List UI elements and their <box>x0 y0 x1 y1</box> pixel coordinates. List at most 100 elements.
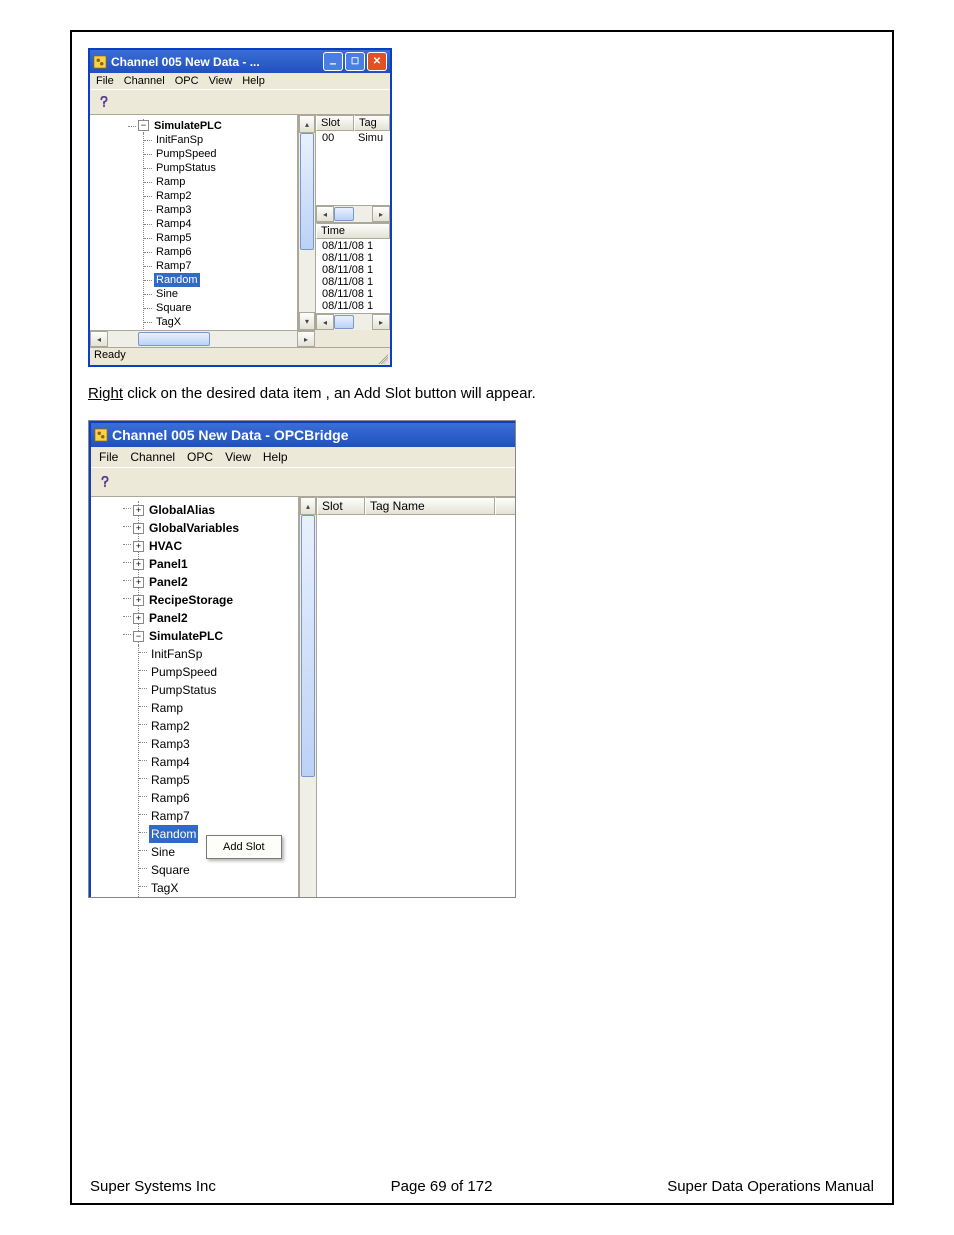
tree-leaf[interactable]: PumpSpeed <box>154 147 219 161</box>
tree-node-simulateplc[interactable]: SimulatePLC <box>152 119 224 133</box>
tree-node[interactable]: Panel2 <box>147 609 190 627</box>
scroll-left-icon[interactable]: ◂ <box>316 314 334 330</box>
tree-leaf[interactable]: Ramp5 <box>154 231 193 245</box>
tree-leaf[interactable]: PumpStatus <box>154 161 218 175</box>
window-title: Channel 005 New Data - ... <box>111 55 319 69</box>
expand-toggle[interactable]: + <box>133 613 144 624</box>
menu-opc[interactable]: OPC <box>187 450 213 464</box>
tree-leaf[interactable]: InitFanSp <box>154 133 205 147</box>
menubar: File Channel OPC View Help <box>91 447 516 467</box>
tree-node[interactable]: HVAC <box>147 537 184 555</box>
table-row[interactable]: 08/11/08 1 <box>318 240 388 252</box>
tree-leaf[interactable]: Random <box>149 825 198 843</box>
tree-leaf[interactable]: Ramp <box>149 699 185 717</box>
table-row[interactable]: 08/11/08 1 <box>318 300 388 312</box>
tree-leaf[interactable]: Ramp5 <box>149 771 192 789</box>
tree-leaf[interactable]: Square <box>154 301 193 315</box>
expand-toggle[interactable]: − <box>133 631 144 642</box>
tree-node[interactable]: RecipeStorage <box>147 591 235 609</box>
tree-leaf[interactable]: Ramp3 <box>154 203 193 217</box>
col-blank[interactable] <box>495 497 516 515</box>
scroll-right-icon[interactable]: ▸ <box>297 331 315 347</box>
tree[interactable]: +GlobalAlias+GlobalVariables+HVAC+Panel1… <box>91 497 298 898</box>
scroll-down-icon[interactable]: ▾ <box>299 312 315 330</box>
tree-leaf[interactable]: InitFanSp <box>149 645 204 663</box>
col-slot[interactable]: Slot <box>317 497 365 515</box>
tree-horizontal-scrollbar[interactable]: ◂ ▸ <box>90 330 315 347</box>
tree-leaf[interactable]: TagY <box>154 329 183 330</box>
tree-node[interactable]: SimulatePLC <box>147 627 225 645</box>
table-row[interactable]: 08/11/08 1 <box>318 288 388 300</box>
tree-leaf[interactable]: Sine <box>149 843 177 861</box>
scroll-right-icon[interactable]: ▸ <box>372 206 390 222</box>
titlebar[interactable]: Channel 005 New Data - OPCBridge <box>91 423 516 447</box>
tree-leaf[interactable]: PumpStatus <box>149 681 218 699</box>
tree-leaf[interactable]: Ramp7 <box>149 807 192 825</box>
tree-leaf[interactable]: Ramp6 <box>149 789 192 807</box>
help-icon[interactable] <box>96 94 112 110</box>
expand-toggle[interactable]: + <box>133 523 144 534</box>
menu-channel[interactable]: Channel <box>124 75 165 87</box>
scroll-left-icon[interactable]: ◂ <box>90 331 108 347</box>
app-icon <box>93 55 107 69</box>
context-menu-add-slot[interactable]: Add Slot <box>209 838 279 856</box>
menu-file[interactable]: File <box>96 75 114 87</box>
menu-view[interactable]: View <box>209 75 233 87</box>
expand-toggle[interactable]: + <box>133 559 144 570</box>
tree-leaf[interactable]: Ramp6 <box>154 245 193 259</box>
table-row[interactable]: 08/11/08 1 <box>318 264 388 276</box>
footer-center: Page 69 of 172 <box>391 1178 493 1195</box>
minimize-button[interactable] <box>323 52 343 71</box>
close-button[interactable] <box>367 52 387 71</box>
horizontal-scrollbar[interactable]: ◂ ▸ <box>316 313 390 330</box>
scroll-up-icon[interactable]: ▴ <box>299 115 315 133</box>
expand-toggle[interactable]: + <box>133 541 144 552</box>
tree-leaf[interactable]: Sine <box>154 287 180 301</box>
help-icon[interactable] <box>97 474 113 490</box>
tree-node[interactable]: Panel1 <box>147 555 190 573</box>
titlebar[interactable]: Channel 005 New Data - ... <box>90 50 390 73</box>
menu-view[interactable]: View <box>225 450 251 464</box>
tree-leaf[interactable]: PumpSpeed <box>149 663 219 681</box>
expand-toggle[interactable]: + <box>133 577 144 588</box>
tree-node[interactable]: GlobalVariables <box>147 519 241 537</box>
expand-toggle[interactable]: + <box>133 595 144 606</box>
scroll-left-icon[interactable]: ◂ <box>316 206 334 222</box>
table-row[interactable]: 08/11/08 1 <box>318 276 388 288</box>
col-slot[interactable]: Slot <box>316 115 354 131</box>
menu-file[interactable]: File <box>99 450 118 464</box>
tree-leaf[interactable]: Ramp4 <box>154 217 193 231</box>
tree-leaf[interactable]: Ramp2 <box>149 717 192 735</box>
tree-leaf[interactable]: Ramp <box>154 175 187 189</box>
table-row[interactable]: 00 Simu <box>318 132 388 144</box>
vertical-scrollbar[interactable]: ▴ ▾ <box>299 497 316 898</box>
tree-node[interactable]: GlobalAlias <box>147 501 217 519</box>
expand-toggle[interactable]: + <box>133 505 144 516</box>
col-tag-name[interactable]: Tag Name <box>365 497 495 515</box>
scroll-up-icon[interactable]: ▴ <box>300 497 316 515</box>
tree-leaf[interactable]: TagX <box>154 315 183 329</box>
tree-leaf[interactable]: TagX <box>149 879 180 897</box>
expand-toggle[interactable]: − <box>138 120 149 131</box>
menu-help[interactable]: Help <box>242 75 265 87</box>
maximize-button[interactable] <box>345 52 365 71</box>
menu-help[interactable]: Help <box>263 450 288 464</box>
col-time[interactable]: Time <box>316 223 390 239</box>
menu-channel[interactable]: Channel <box>130 450 175 464</box>
tree-leaf[interactable]: TagY <box>149 897 180 898</box>
tree-node[interactable]: Panel2 <box>147 573 190 591</box>
tree[interactable]: −SimulatePLC InitFanSpPumpSpeedPumpStatu… <box>90 115 297 330</box>
menu-opc[interactable]: OPC <box>175 75 199 87</box>
horizontal-scrollbar[interactable]: ◂ ▸ <box>316 205 390 222</box>
tree-leaf[interactable]: Ramp2 <box>154 189 193 203</box>
tree-leaf[interactable]: Random <box>154 273 200 287</box>
resize-grip-icon[interactable] <box>376 352 388 364</box>
tree-leaf[interactable]: Ramp3 <box>149 735 192 753</box>
tree-leaf[interactable]: Ramp7 <box>154 259 193 273</box>
tree-leaf[interactable]: Square <box>149 861 192 879</box>
vertical-scrollbar[interactable]: ▴ ▾ <box>298 115 315 330</box>
col-tag[interactable]: Tag <box>354 115 390 131</box>
tree-leaf[interactable]: Ramp4 <box>149 753 192 771</box>
scroll-right-icon[interactable]: ▸ <box>372 314 390 330</box>
table-row[interactable]: 08/11/08 1 <box>318 252 388 264</box>
